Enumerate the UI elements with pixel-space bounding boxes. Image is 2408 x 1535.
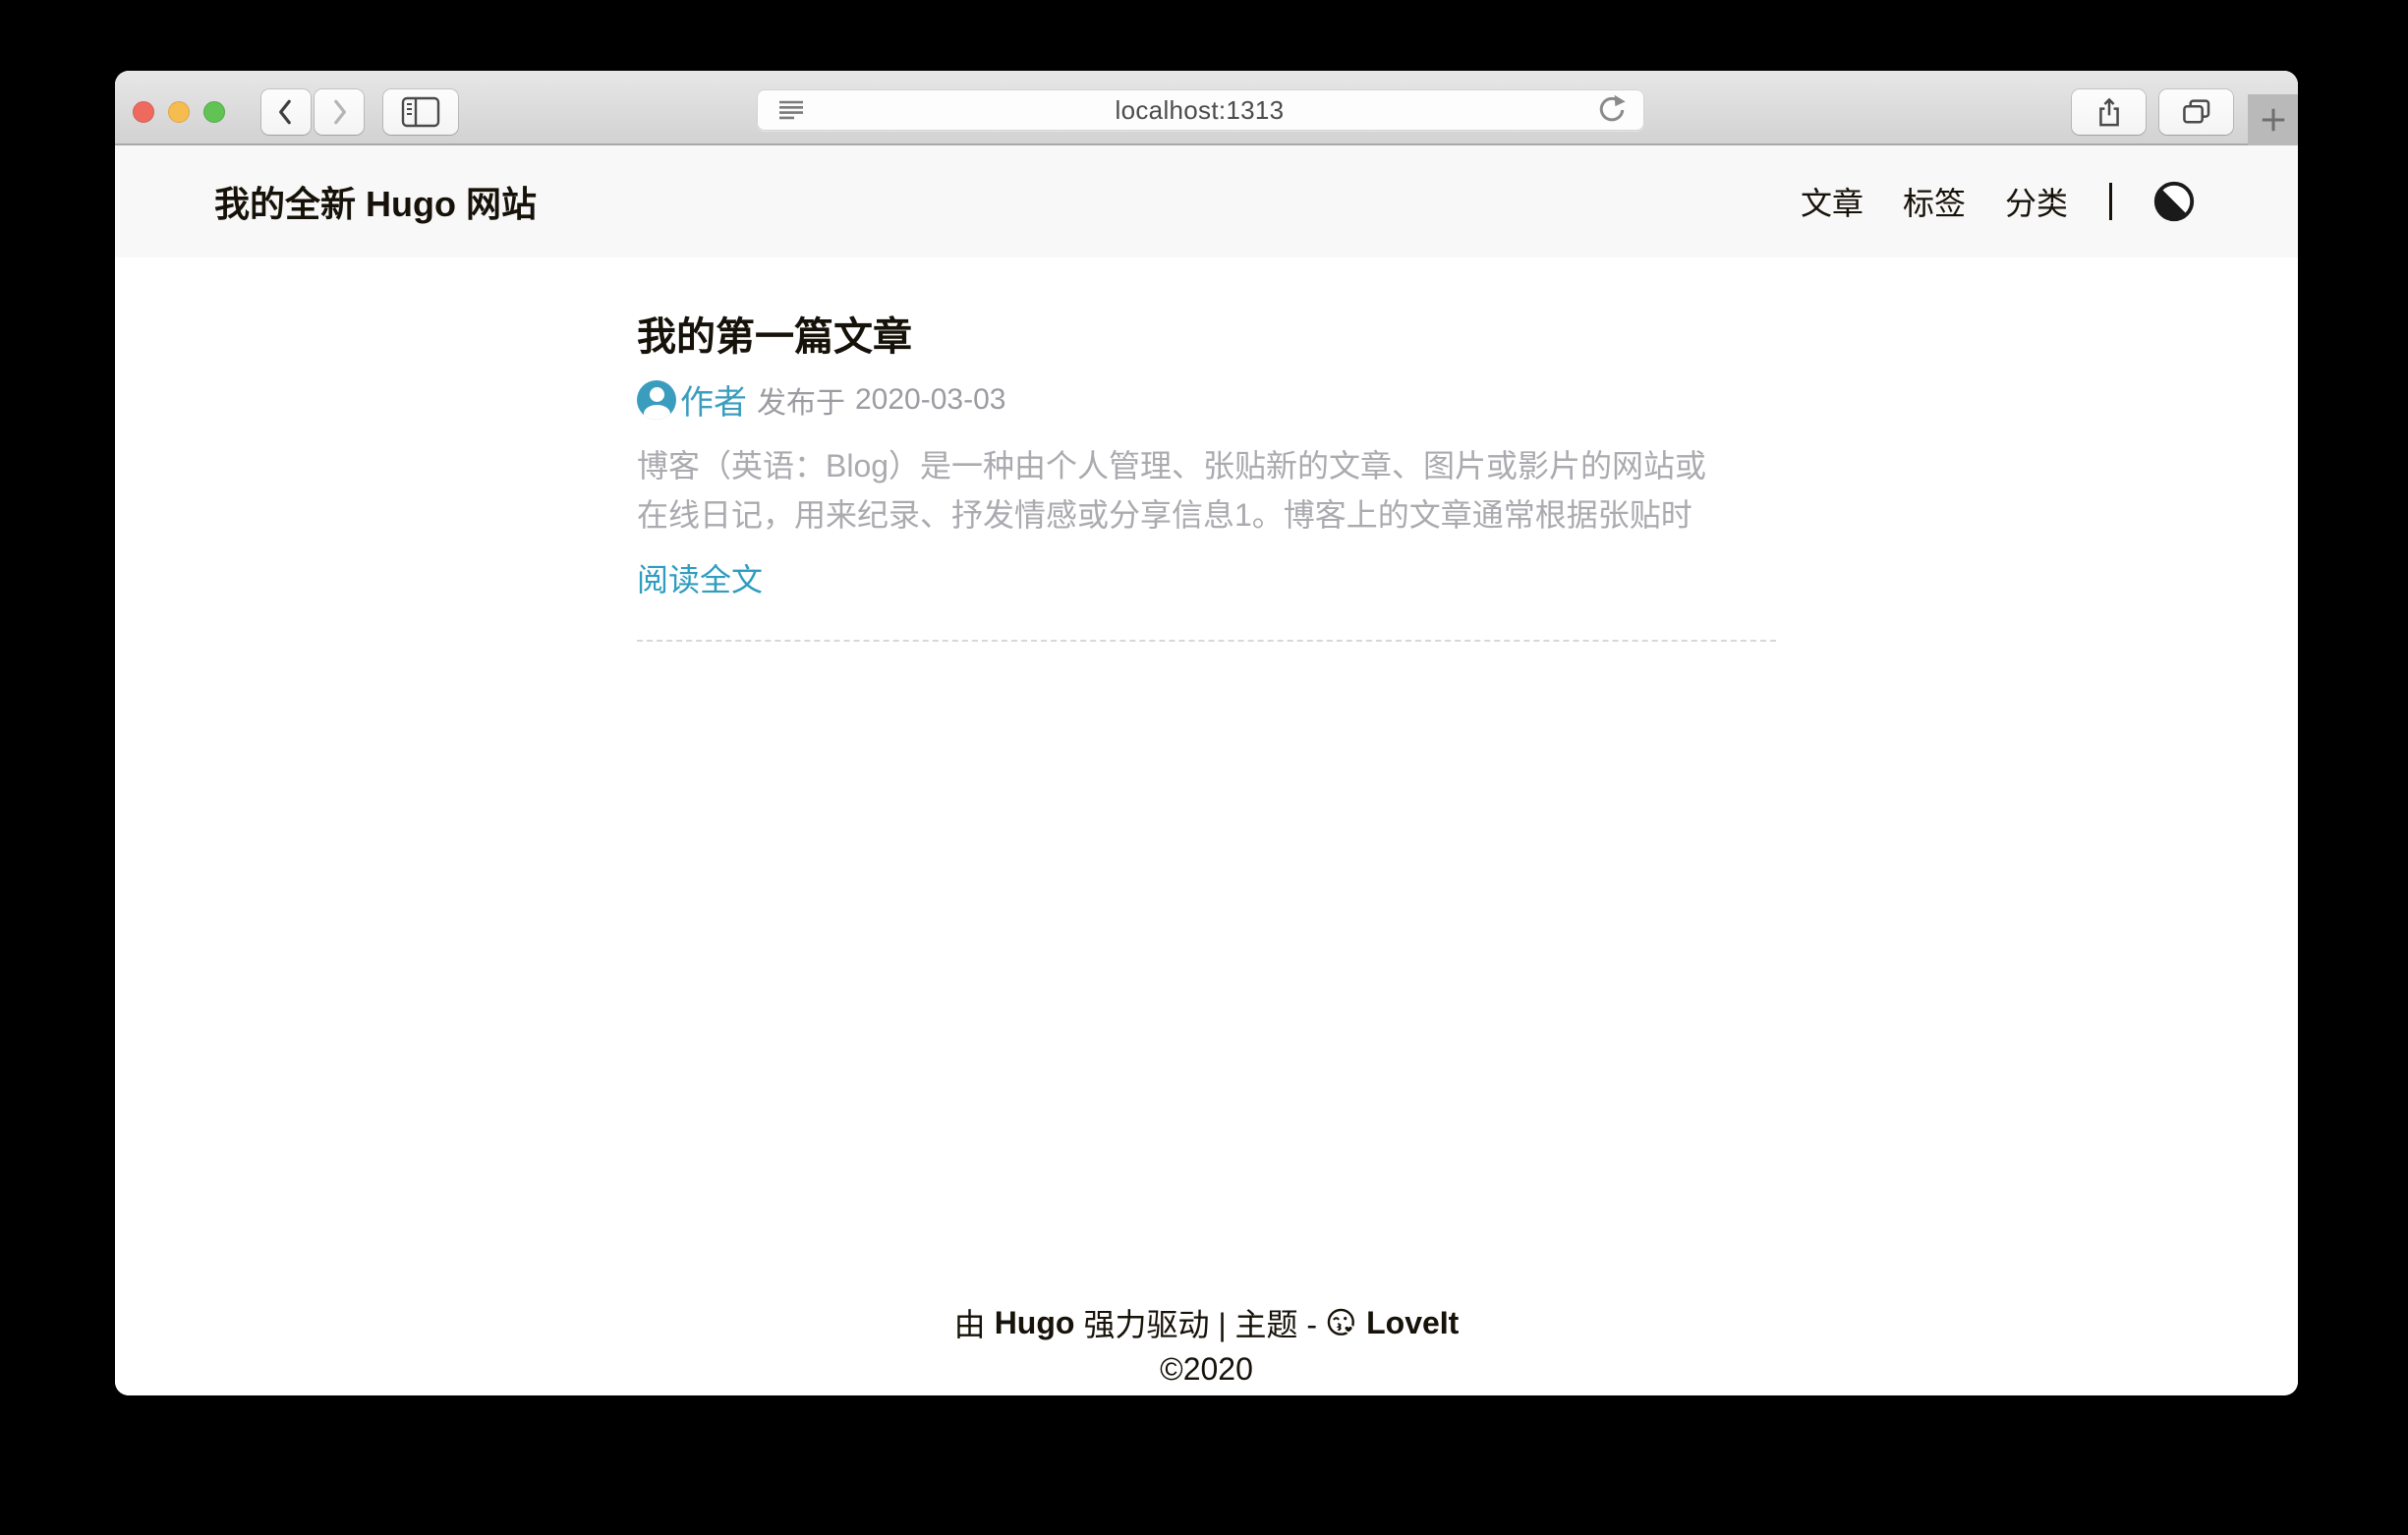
footer-prefix: 由 [954, 1300, 986, 1345]
nav-link-tags[interactable]: 标签 [1903, 179, 1966, 224]
sidebar-toggle-button[interactable] [383, 89, 458, 135]
read-more-link[interactable]: 阅读全文 [637, 555, 763, 600]
back-button[interactable] [261, 89, 311, 135]
site-header: 我的全新 Hugo 网站 文章 标签 分类 [115, 145, 2298, 257]
chevron-right-icon [326, 97, 352, 127]
footer-powered-line: 由 Hugo 强力驱动 | 主题 - LoveIt [954, 1300, 1460, 1345]
share-icon [2095, 96, 2123, 128]
sidebar-icon [401, 96, 440, 128]
site-footer: 由 Hugo 强力驱动 | 主题 - LoveIt ©202 [115, 1300, 2298, 1388]
tabs-icon [2181, 97, 2212, 127]
nav-divider [2109, 183, 2112, 220]
safari-window: localhost:1313 [115, 71, 2298, 1395]
post-summary-card: 我的第一篇文章 作者 发布于 2020-03-03 博客（英语：Blog）是一种… [637, 313, 1776, 642]
nav-link-posts[interactable]: 文章 [1801, 179, 1863, 224]
forward-button[interactable] [315, 89, 364, 135]
author-link[interactable]: 作者 [680, 375, 747, 424]
chevron-left-icon [273, 97, 299, 127]
nav-link-categories[interactable]: 分类 [2005, 179, 2068, 224]
post-summary-text: 博客（英语：Blog）是一种由个人管理、张贴新的文章、图片或影片的网站或在线日记… [637, 441, 1718, 540]
browser-toolbar: localhost:1313 [115, 71, 2298, 145]
reader-mode-icon[interactable] [778, 99, 804, 121]
zoom-window-button[interactable] [203, 101, 225, 123]
theme-link[interactable]: LoveIt [1366, 1305, 1459, 1341]
site-nav: 文章 标签 分类 [1801, 179, 2195, 224]
theme-toggle-icon[interactable] [2153, 181, 2195, 222]
traffic-lights [133, 101, 225, 123]
footer-middle: 强力驱动 | 主题 - [1083, 1300, 1317, 1345]
reload-icon[interactable] [1595, 93, 1629, 127]
publish-date: 2020-03-03 [855, 383, 1005, 417]
address-bar[interactable]: localhost:1313 [757, 89, 1644, 131]
page-content: 我的第一篇文章 作者 发布于 2020-03-03 博客（英语：Blog）是一种… [115, 257, 2298, 1395]
plus-icon [2259, 105, 2288, 135]
post-meta: 作者 发布于 2020-03-03 [637, 375, 1776, 424]
url-text: localhost:1313 [804, 95, 1595, 126]
copyright-text: ©2020 [115, 1351, 2298, 1388]
kiss-wink-heart-icon [1326, 1307, 1357, 1338]
new-tab-button[interactable] [2248, 94, 2298, 145]
desktop-background: localhost:1313 [0, 0, 2408, 1535]
minimize-window-button[interactable] [168, 101, 190, 123]
tab-overview-button[interactable] [2159, 89, 2233, 135]
author-avatar-icon [637, 380, 676, 420]
publish-prefix: 发布于 [757, 378, 845, 422]
site-title-link[interactable]: 我的全新 Hugo 网站 [214, 176, 537, 227]
post-divider [637, 640, 1776, 642]
hugo-link[interactable]: Hugo [995, 1305, 1075, 1341]
close-window-button[interactable] [133, 101, 154, 123]
share-button[interactable] [2072, 89, 2146, 135]
post-title-link[interactable]: 我的第一篇文章 [637, 313, 1776, 362]
